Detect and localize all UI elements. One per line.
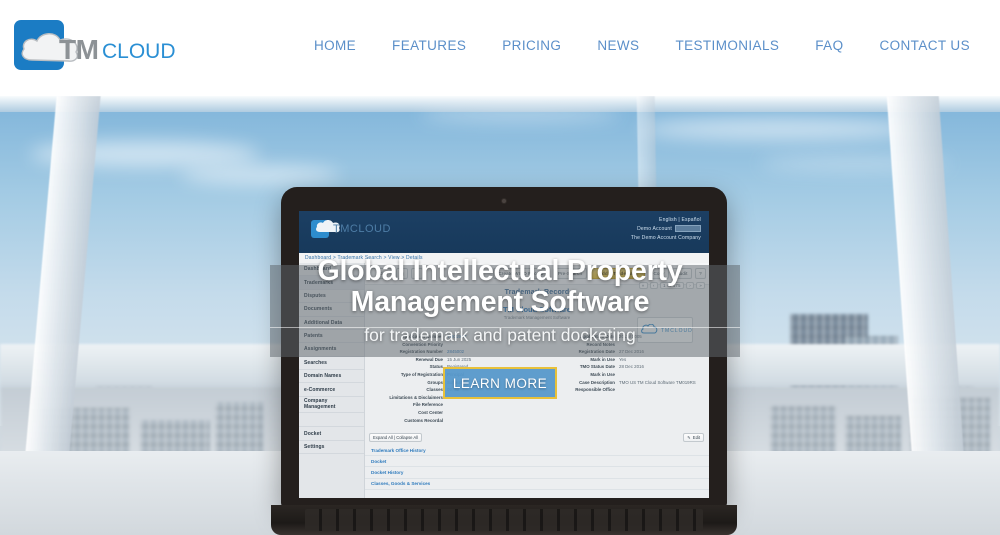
field-label: Status bbox=[429, 364, 443, 370]
cloud-wisp bbox=[180, 166, 340, 184]
site-logo[interactable]: TM CLOUD bbox=[14, 18, 176, 72]
hero-divider-rule bbox=[270, 327, 740, 328]
accordion-trademark-office-history[interactable]: Trademark Office History bbox=[365, 445, 709, 457]
hero-text-overlay bbox=[270, 265, 740, 357]
logo-text-cloud: CLOUD bbox=[102, 40, 176, 63]
hero-section: TMCLOUD English | Español Demo Account T… bbox=[0, 96, 1000, 535]
accordion-classes-goods-services[interactable]: Classes, Goods & Services bbox=[365, 479, 709, 490]
field-label: Limitations & Disclaimers bbox=[389, 394, 443, 400]
site-header: TM CLOUD HOME FEATURES PRICING NEWS TEST… bbox=[0, 0, 1000, 96]
record-edit-button[interactable]: ✎ Edit bbox=[683, 433, 704, 442]
sidebar-item-domain-names[interactable]: Domain Names bbox=[299, 370, 364, 384]
nav-item-news[interactable]: NEWS bbox=[579, 34, 657, 57]
app-logo-text: TMCLOUD bbox=[333, 223, 391, 235]
field-label: Type of Registration bbox=[400, 371, 443, 377]
field-row: Customs Recordal bbox=[369, 417, 529, 425]
sidebar-item-e-commerce[interactable]: e-Commerce bbox=[299, 383, 364, 397]
learn-more-button[interactable]: LEARN MORE bbox=[443, 367, 557, 399]
field-row: Responsible Office bbox=[541, 386, 705, 394]
sidebar-item-searches[interactable]: Searches bbox=[299, 357, 364, 370]
expand-all-button[interactable]: Expand All | Collapse All bbox=[369, 433, 423, 442]
field-label: Classes bbox=[426, 387, 443, 393]
field-row: File Reference bbox=[369, 401, 529, 409]
app-account-select[interactable] bbox=[675, 225, 701, 233]
field-row: TMO Status Date 28 Dec 2016 bbox=[541, 363, 705, 371]
nav-item-contact-us[interactable]: CONTACT US bbox=[861, 34, 988, 57]
nav-item-testimonials[interactable]: TESTIMONIALS bbox=[657, 34, 797, 57]
nav-item-faq[interactable]: FAQ bbox=[797, 34, 861, 57]
sidebar-item-settings[interactable]: Settings bbox=[299, 441, 364, 455]
app-account-info: English | Español Demo Account The Demo … bbox=[631, 216, 701, 243]
app-topbar: TMCLOUD English | Español Demo Account T… bbox=[299, 211, 709, 253]
field-label: Customs Recordal bbox=[404, 417, 443, 423]
field-row: Mark in Use bbox=[541, 371, 705, 379]
main-navigation: HOME FEATURES PRICING NEWS TESTIMONIALS … bbox=[296, 34, 988, 57]
sidebar-item-docket[interactable]: Docket bbox=[299, 427, 364, 441]
app-account-row: Demo Account bbox=[631, 225, 701, 234]
webcam-icon bbox=[501, 198, 507, 204]
field-value: TMO US TM Cloud Software TM019RS bbox=[619, 379, 696, 385]
nav-item-features[interactable]: FEATURES bbox=[374, 34, 484, 57]
field-value: 28 Dec 2016 bbox=[619, 364, 644, 370]
field-label: Groups bbox=[427, 379, 443, 385]
cloud-wisp bbox=[640, 118, 920, 140]
edit-label: Edit bbox=[692, 435, 700, 440]
accordion-docket[interactable]: Docket bbox=[365, 456, 709, 468]
accordion-docket-history[interactable]: Docket History bbox=[365, 467, 709, 479]
window-frame-top bbox=[0, 96, 1000, 112]
field-row: Case Description TMO US TM Cloud Software… bbox=[541, 379, 705, 387]
nav-item-home[interactable]: HOME bbox=[296, 34, 374, 57]
expand-collapse-bar: Expand All | Collapse All ✎ Edit bbox=[365, 431, 709, 445]
laptop-mockup: TMCLOUD English | Español Demo Account T… bbox=[271, 187, 737, 535]
sidebar-spacer bbox=[299, 413, 364, 428]
laptop-keyboard bbox=[305, 509, 703, 531]
logo-text-tm: TM bbox=[59, 34, 99, 65]
app-breadcrumb[interactable]: Dashboard > Trademark Search > View > De… bbox=[305, 255, 423, 261]
app-company-name: The Demo Account Company bbox=[630, 235, 701, 241]
app-language-switch[interactable]: English | Español bbox=[631, 216, 701, 225]
field-label: File Reference bbox=[412, 402, 443, 408]
nav-item-pricing[interactable]: PRICING bbox=[484, 34, 579, 57]
app-account-label: Demo Account bbox=[637, 226, 672, 232]
record-accordion: Trademark Office History Docket Docket H… bbox=[365, 445, 709, 490]
field-label: Cost Center bbox=[418, 409, 443, 415]
sidebar-item-company-management[interactable]: Company Management bbox=[299, 397, 364, 414]
field-row: Cost Center bbox=[369, 409, 529, 417]
pencil-icon: ✎ bbox=[687, 435, 691, 440]
